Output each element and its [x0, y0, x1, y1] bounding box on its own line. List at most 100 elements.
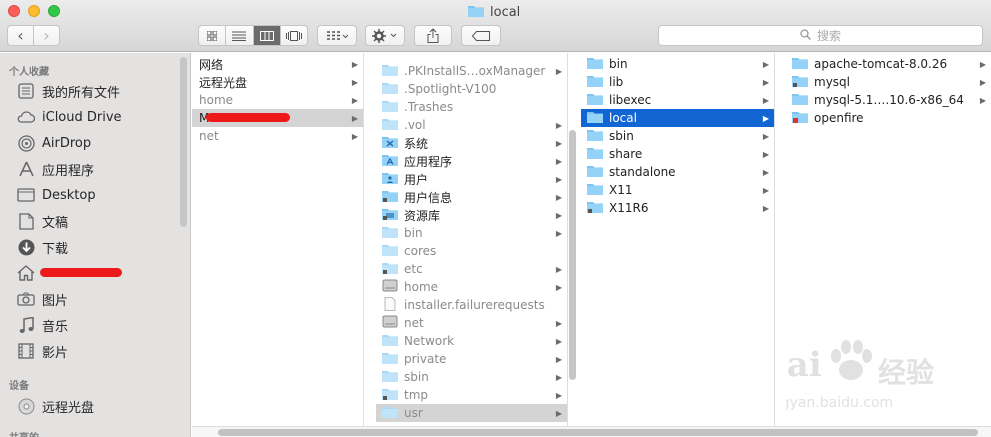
horizontal-scrollbar[interactable]	[192, 426, 991, 437]
chevron-right-icon: ▶	[762, 203, 769, 213]
list-item[interactable]: 用户信息 ▶	[376, 188, 567, 206]
folder-icon	[382, 99, 398, 115]
list-item[interactable]: .vol ▶	[376, 116, 567, 134]
share-button[interactable]	[414, 25, 452, 46]
coverflow-icon	[285, 30, 302, 41]
film-icon	[16, 343, 36, 359]
tags-button[interactable]	[461, 25, 501, 46]
list-item[interactable]: 网络 ▶	[192, 55, 363, 73]
sidebar-item-label: 远程光盘	[42, 400, 95, 416]
list-item[interactable]: share ▶	[581, 145, 774, 163]
forward-button[interactable]: ›	[33, 26, 59, 45]
column-2-scrollbar[interactable]	[569, 130, 576, 380]
chevron-right-icon: ▶	[979, 77, 986, 87]
item-label: .vol	[404, 118, 426, 132]
column-view-button[interactable]	[252, 26, 280, 45]
list-item[interactable]: bin ▶	[376, 224, 567, 242]
sidebar-item-remote-disc[interactable]: 远程光盘	[16, 395, 176, 417]
locked-folder-icon	[792, 110, 808, 126]
desktop-icon	[16, 188, 36, 202]
cloud-icon	[16, 110, 36, 124]
list-item[interactable]: openfire	[786, 109, 991, 127]
list-item-selected[interactable]: local ▶	[581, 109, 774, 127]
coverflow-view-button[interactable]	[279, 26, 307, 45]
icon-view-button[interactable]	[199, 26, 225, 45]
list-item[interactable]: net ▶	[192, 127, 363, 145]
list-item[interactable]: mysql ▶	[786, 73, 991, 91]
list-item[interactable]: 系统 ▶	[376, 134, 567, 152]
column-3: bin ▶ lib ▶ libexec ▶ local ▶ sbin ▶ share ▶ s…	[581, 53, 775, 426]
item-label: home	[199, 93, 234, 107]
list-item[interactable]: Network ▶	[376, 332, 567, 350]
list-item[interactable]: 资源库 ▶	[376, 206, 567, 224]
list-item[interactable]: .Spotlight-V100	[376, 80, 567, 98]
list-item[interactable]: tmp ▶	[376, 386, 567, 404]
list-item[interactable]: home ▶	[192, 91, 363, 109]
list-item[interactable]: X11 ▶	[581, 181, 774, 199]
sidebar-item-desktop[interactable]: Desktop	[16, 184, 176, 206]
item-label: X11	[609, 183, 633, 197]
list-item[interactable]: .Trashes	[376, 98, 567, 116]
sidebar-scrollbar[interactable]	[180, 57, 187, 227]
list-item[interactable]: sbin ▶	[581, 127, 774, 145]
view-mode-buttons	[198, 25, 308, 46]
list-item[interactable]: 用户 ▶	[376, 170, 567, 188]
sidebar-item-airdrop[interactable]: AirDrop	[16, 132, 176, 154]
folder-icon	[382, 351, 398, 367]
item-label: home	[404, 280, 439, 294]
list-item[interactable]: installer.failurerequests	[376, 296, 567, 314]
folder-icon	[792, 56, 808, 72]
chevron-right-icon: ▶	[351, 95, 358, 105]
list-item[interactable]: cores	[376, 242, 567, 260]
item-label: net	[199, 129, 219, 143]
zoom-button[interactable]	[48, 5, 60, 17]
chevron-right-icon: ▶	[555, 408, 562, 418]
horizontal-scrollbar-thumb[interactable]	[218, 429, 978, 436]
list-item[interactable]: private ▶	[376, 350, 567, 368]
item-label: libexec	[609, 93, 652, 107]
list-item[interactable]: 应用程序 ▶	[376, 152, 567, 170]
list-item[interactable]: bin ▶	[581, 55, 774, 73]
sidebar-item-documents[interactable]: 文稿	[16, 210, 176, 232]
search-field[interactable]: 搜索	[658, 25, 983, 46]
list-item[interactable]: usr ▶	[376, 404, 567, 422]
arrange-button[interactable]	[317, 25, 357, 46]
list-view-button[interactable]	[225, 26, 252, 45]
item-label: lib	[609, 75, 624, 89]
list-item[interactable]: X11R6 ▶	[581, 199, 774, 217]
list-item[interactable]: libexec ▶	[581, 91, 774, 109]
download-icon	[16, 239, 36, 256]
minimize-button[interactable]	[28, 5, 40, 17]
list-item[interactable]: apache-tomcat-8.0.26 ▶	[786, 55, 991, 73]
chevron-right-icon: ▶	[762, 113, 769, 123]
sidebar-item-applications[interactable]: 应用程序	[16, 158, 176, 180]
list-item[interactable]: .PKInstallS…oxManager ▶	[376, 62, 567, 80]
close-button[interactable]	[8, 5, 20, 17]
search-placeholder: 搜索	[816, 29, 841, 43]
item-label: etc	[404, 262, 423, 276]
sidebar-item-downloads[interactable]: 下载	[16, 236, 176, 258]
folder-icon	[587, 74, 603, 90]
gear-icon	[372, 28, 397, 43]
document-icon	[382, 296, 398, 314]
chevron-right-icon: ▶	[555, 390, 562, 400]
folder-icon	[382, 405, 398, 421]
sidebar-item-movies[interactable]: 影片	[16, 340, 176, 362]
item-label: share	[609, 147, 643, 161]
sidebar-item-pictures[interactable]: 图片	[16, 288, 176, 310]
sidebar-item-music[interactable]: 音乐	[16, 314, 176, 336]
list-item[interactable]: 远程光盘 ▶	[192, 73, 363, 91]
list-item[interactable]: home ▶	[376, 278, 567, 296]
back-button[interactable]: ‹	[8, 26, 33, 45]
folder-icon	[382, 225, 398, 241]
sidebar-item-all-files[interactable]: 我的所有文件	[16, 80, 176, 102]
action-button[interactable]	[365, 25, 405, 46]
sidebar-item-icloud[interactable]: iCloud Drive	[16, 106, 176, 128]
list-item[interactable]: sbin ▶	[376, 368, 567, 386]
list-item[interactable]: net ▶	[376, 314, 567, 332]
list-item[interactable]: etc ▶	[376, 260, 567, 278]
list-item[interactable]: lib ▶	[581, 73, 774, 91]
list-item[interactable]: mysql-5.1….10.6-x86_64 ▶	[786, 91, 991, 109]
chevron-right-icon: ▶	[351, 77, 358, 87]
list-item[interactable]: standalone ▶	[581, 163, 774, 181]
